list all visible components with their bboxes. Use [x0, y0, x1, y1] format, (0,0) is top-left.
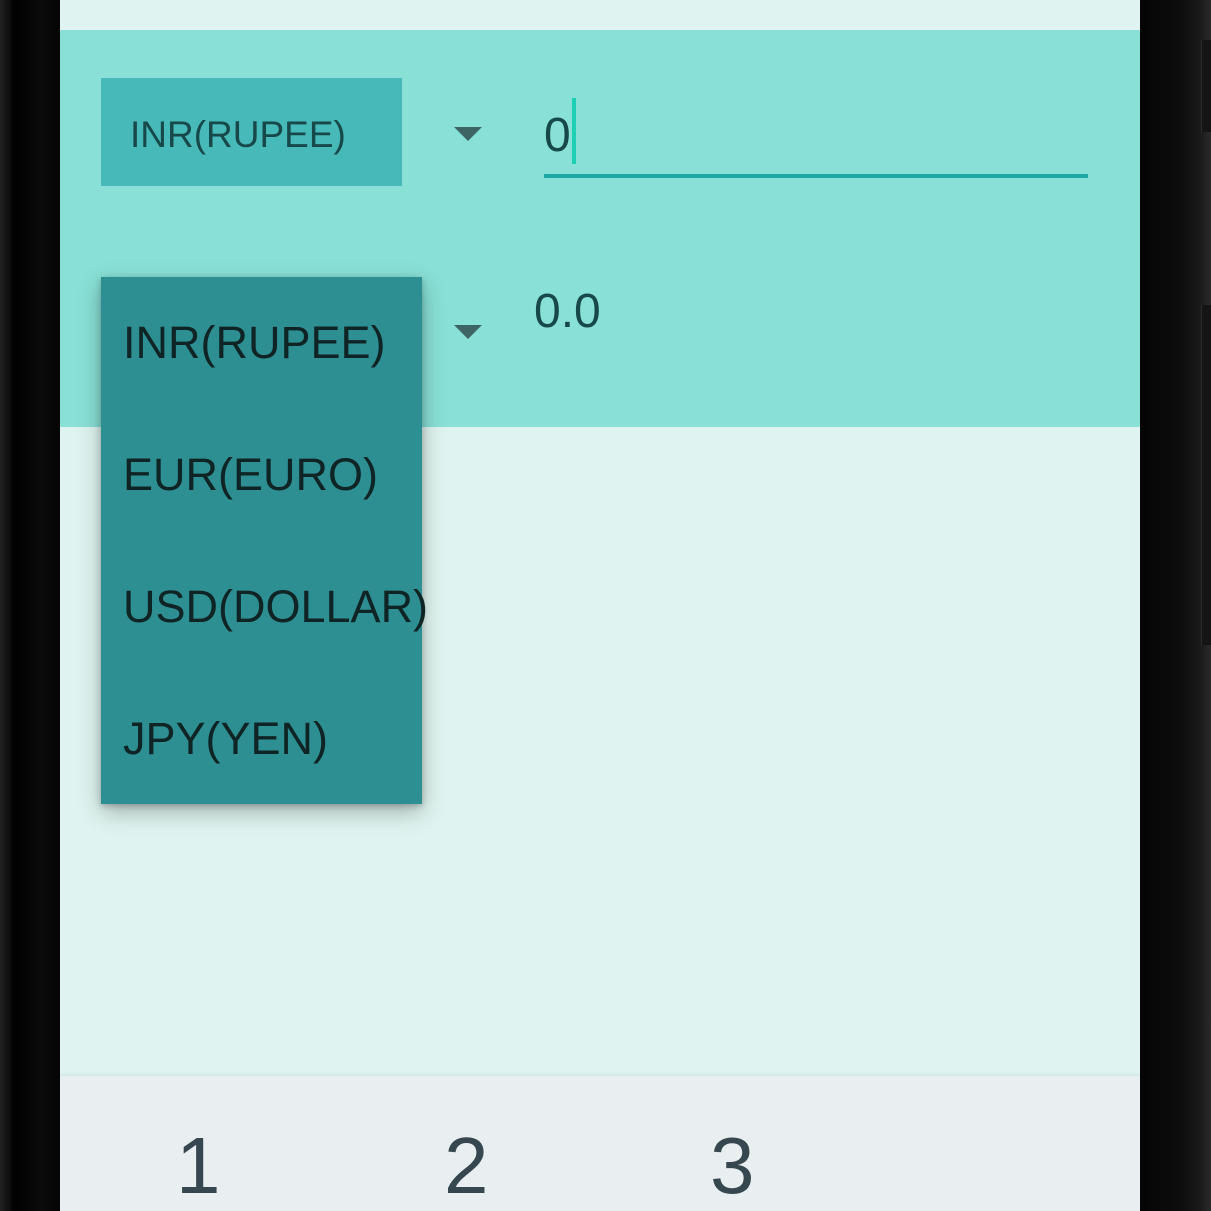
dropdown-option-usd[interactable]: USD(DOLLAR)	[101, 541, 428, 673]
dropdown-option-jpy[interactable]: JPY(YEN)	[101, 673, 422, 805]
key-3[interactable]: 3	[710, 1126, 755, 1206]
dropdown-option-label: USD(DOLLAR)	[123, 581, 429, 632]
dropdown-option-label: JPY(YEN)	[123, 713, 329, 764]
to-currency-dropdown-menu: INR(RUPEE) EUR(EURO) USD(DOLLAR) JPY(YEN…	[101, 277, 428, 805]
from-currency-spinner[interactable]: INR(RUPEE)	[101, 78, 402, 186]
dropdown-option-eur[interactable]: EUR(EURO)	[101, 409, 422, 541]
volume-button[interactable]	[1201, 305, 1211, 645]
numeric-keyboard: 1 2 3	[60, 1076, 1140, 1211]
caret-down-icon[interactable]	[454, 127, 482, 141]
text-cursor-icon	[572, 98, 576, 164]
amount-value: 0	[544, 109, 571, 162]
phone-bezel-left	[0, 0, 60, 1211]
dropdown-option-label: EUR(EURO)	[123, 449, 378, 500]
amount-input[interactable]: 0	[544, 98, 1088, 178]
from-currency-label: INR(RUPEE)	[130, 114, 346, 155]
key-2[interactable]: 2	[444, 1126, 489, 1206]
dropdown-option-inr[interactable]: INR(RUPEE)	[101, 277, 422, 409]
app-top-strip	[60, 0, 1140, 30]
key-1[interactable]: 1	[176, 1126, 221, 1206]
caret-down-icon[interactable]	[454, 325, 482, 339]
dropdown-option-label: INR(RUPEE)	[123, 317, 386, 368]
app-screen: INR(RUPEE) 0 0.0 INR(RUPEE) EUR(EURO) US…	[60, 0, 1140, 1211]
phone-frame: INR(RUPEE) 0 0.0 INR(RUPEE) EUR(EURO) US…	[0, 0, 1211, 1211]
converted-result: 0.0	[534, 285, 601, 338]
power-button[interactable]	[1201, 40, 1211, 132]
